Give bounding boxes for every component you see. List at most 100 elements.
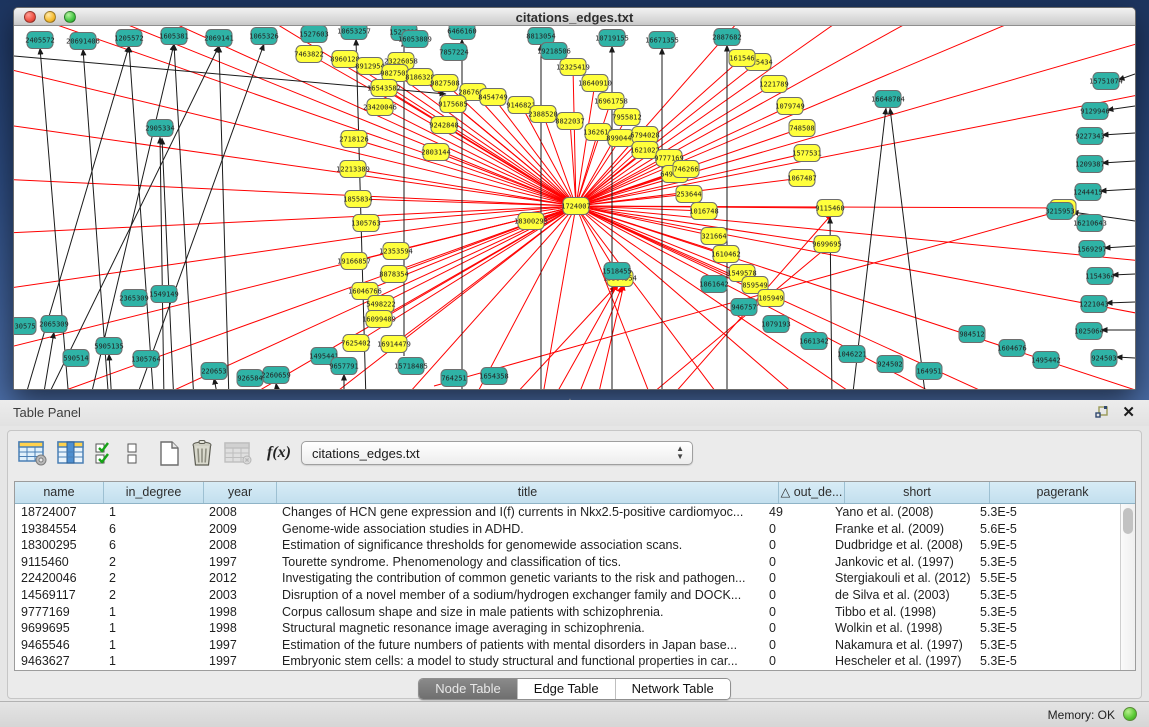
graph-node[interactable]: 2718126 bbox=[339, 131, 369, 148]
cell-title[interactable]: Estimation of significance thresholds fo… bbox=[276, 537, 763, 554]
cell-in_degree[interactable]: 6 bbox=[103, 521, 203, 538]
graph-node[interactable]: 1067487 bbox=[787, 170, 817, 187]
graph-node[interactable]: 1244415 bbox=[1073, 184, 1103, 201]
graph-node[interactable]: 926584 bbox=[237, 370, 263, 387]
graph-node[interactable]: 7955812 bbox=[612, 109, 642, 126]
graph-node[interactable]: 1569297 bbox=[1077, 241, 1107, 258]
graph-node[interactable]: 7625402 bbox=[341, 335, 371, 352]
table-row[interactable]: 977716911998Corpus callosum shape and si… bbox=[15, 604, 1120, 621]
graph-node[interactable]: 6794028 bbox=[630, 127, 660, 144]
tab-node-table[interactable]: Node Table bbox=[419, 679, 517, 699]
graph-node[interactable]: 161546 bbox=[729, 50, 755, 67]
graph-node[interactable]: 984512 bbox=[959, 326, 985, 343]
cell-title[interactable]: Investigating the contribution of common… bbox=[276, 570, 763, 587]
cell-short[interactable]: Hescheler et al. (1997) bbox=[829, 653, 974, 670]
cell-year[interactable]: 2008 bbox=[203, 504, 276, 521]
graph-node[interactable]: 1495442 bbox=[1031, 352, 1061, 369]
table-row[interactable]: 946362711997Embryonic stem cells: a mode… bbox=[15, 653, 1120, 670]
graph-node[interactable]: 9242848 bbox=[429, 117, 459, 134]
cell-year[interactable]: 2009 bbox=[203, 521, 276, 538]
graph-node[interactable]: 9657791 bbox=[329, 358, 359, 375]
graph-node[interactable]: 8454749 bbox=[478, 89, 508, 106]
cell-title[interactable]: Tourette syndrome. Phenomenology and cla… bbox=[276, 554, 763, 571]
graph-node[interactable]: 9699695 bbox=[812, 236, 842, 253]
graph-node[interactable]: 9115460 bbox=[815, 200, 845, 217]
cell-out_de[interactable]: 0 bbox=[763, 587, 829, 604]
unselect-all-icon[interactable] bbox=[125, 440, 139, 466]
graph-node[interactable]: 946757 bbox=[731, 299, 757, 316]
cell-out_de[interactable]: 0 bbox=[763, 537, 829, 554]
graph-node[interactable]: 2803144 bbox=[421, 144, 451, 161]
cell-title[interactable]: Corpus callosum shape and size in male p… bbox=[276, 604, 763, 621]
graph-node[interactable]: 1604676 bbox=[997, 340, 1027, 357]
graph-node[interactable]: 1221789 bbox=[759, 76, 789, 93]
table-row[interactable]: 1938455462009Genome-wide association stu… bbox=[15, 521, 1120, 538]
cell-name[interactable]: 18300295 bbox=[15, 537, 103, 554]
graph-node[interactable]: 16210643 bbox=[1073, 215, 1107, 232]
column-header-out_de[interactable]: △ out_de... bbox=[778, 482, 844, 503]
column-header-year[interactable]: year bbox=[203, 482, 276, 503]
graph-node[interactable]: 1046221 bbox=[837, 346, 867, 363]
cell-pagerank[interactable]: 5.9E-5 bbox=[974, 537, 1120, 554]
cell-short[interactable]: Stergiakouli et al. (2012) bbox=[829, 570, 974, 587]
cell-pagerank[interactable]: 5.3E-5 bbox=[974, 604, 1120, 621]
tab-edge-table[interactable]: Edge Table bbox=[517, 679, 615, 699]
column-header-in_degree[interactable]: in_degree bbox=[103, 482, 203, 503]
cell-name[interactable]: 9463627 bbox=[15, 653, 103, 670]
close-panel-icon[interactable]: ✕ bbox=[1122, 403, 1135, 421]
graph-node[interactable]: 2365309 bbox=[119, 290, 149, 307]
cell-in_degree[interactable]: 1 bbox=[103, 637, 203, 654]
table-row[interactable]: 1872400712008Changes of HCN gene express… bbox=[15, 504, 1120, 521]
cell-year[interactable]: 1998 bbox=[203, 604, 276, 621]
graph-node[interactable]: 1154364 bbox=[1085, 268, 1115, 285]
graph-node[interactable]: 746266 bbox=[673, 161, 699, 178]
cell-pagerank[interactable]: 5.5E-5 bbox=[974, 570, 1120, 587]
graph-node[interactable]: 5498222 bbox=[366, 296, 396, 313]
cell-name[interactable]: 14569117 bbox=[15, 587, 103, 604]
cell-pagerank[interactable]: 5.3E-5 bbox=[974, 653, 1120, 670]
graph-node[interactable]: 16671355 bbox=[645, 32, 679, 49]
graph-node[interactable]: 253644 bbox=[676, 186, 702, 203]
graph-node[interactable]: 15718485 bbox=[394, 358, 428, 375]
cell-name[interactable]: 9465546 bbox=[15, 637, 103, 654]
table-row[interactable]: 1830029562008Estimation of significance … bbox=[15, 537, 1120, 554]
cell-title[interactable]: Estimation of the future numbers of pati… bbox=[276, 637, 763, 654]
graph-node[interactable]: 2905334 bbox=[145, 120, 175, 137]
graph-node[interactable]: 12325419 bbox=[556, 59, 590, 76]
cell-short[interactable]: Tibbo et al. (1998) bbox=[829, 604, 974, 621]
cell-pagerank[interactable]: 5.3E-5 bbox=[974, 587, 1120, 604]
table-scrollbar-thumb[interactable] bbox=[1123, 508, 1133, 534]
graph-node[interactable]: 1549149 bbox=[149, 286, 179, 303]
memory-status-indicator[interactable] bbox=[1123, 707, 1137, 721]
cell-out_de[interactable]: 0 bbox=[763, 620, 829, 637]
graph-node[interactable]: 1305764 bbox=[131, 351, 161, 368]
column-visibility-icon[interactable] bbox=[57, 440, 85, 466]
graph-node[interactable]: 3215953 bbox=[1045, 203, 1075, 220]
cell-out_de[interactable]: 0 bbox=[763, 653, 829, 670]
cell-name[interactable]: 18724007 bbox=[15, 504, 103, 521]
table-row[interactable]: 969969511998Structural magnetic resonanc… bbox=[15, 620, 1120, 637]
cell-year[interactable]: 2003 bbox=[203, 587, 276, 604]
cell-title[interactable]: Structural magnetic resonance image aver… bbox=[276, 620, 763, 637]
graph-node[interactable]: 16914479 bbox=[377, 336, 411, 353]
cell-name[interactable]: 22420046 bbox=[15, 570, 103, 587]
graph-node[interactable]: 16053809 bbox=[398, 31, 432, 48]
table-row[interactable]: 946554611997Estimation of the future num… bbox=[15, 637, 1120, 654]
function-builder-icon[interactable]: f(x) bbox=[267, 444, 291, 462]
graph-node[interactable]: 1861642 bbox=[699, 276, 729, 293]
network-view-window[interactable]: citations_edges.txt 74638228960128891295… bbox=[13, 7, 1136, 390]
graph-node[interactable]: 10719155 bbox=[595, 30, 629, 47]
graph-node[interactable]: 748508 bbox=[789, 120, 815, 137]
network-canvas[interactable]: 7463822896012889129542322605898275058186… bbox=[14, 26, 1135, 389]
cell-year[interactable]: 2008 bbox=[203, 537, 276, 554]
cell-in_degree[interactable]: 1 bbox=[103, 653, 203, 670]
graph-node[interactable]: 590514 bbox=[63, 350, 89, 367]
graph-node[interactable]: 164951 bbox=[916, 363, 942, 380]
graph-node[interactable]: 1305763 bbox=[351, 215, 381, 232]
cell-year[interactable]: 2012 bbox=[203, 570, 276, 587]
graph-node[interactable]: 7463822 bbox=[294, 46, 324, 63]
cell-short[interactable]: Yano et al. (2008) bbox=[829, 504, 974, 521]
graph-hub-node[interactable]: 1724007 bbox=[561, 198, 591, 215]
graph-node[interactable]: 2065309 bbox=[39, 316, 69, 333]
cell-name[interactable]: 9777169 bbox=[15, 604, 103, 621]
